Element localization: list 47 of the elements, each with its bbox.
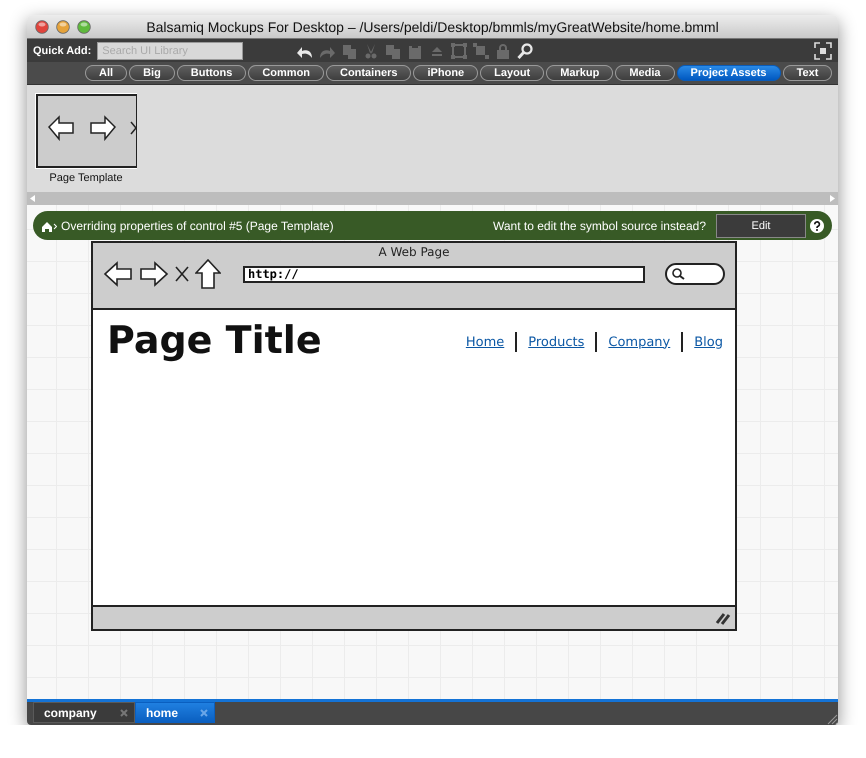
forward-arrow-icon	[139, 261, 169, 287]
search-field-icon	[665, 263, 725, 285]
window-title: Balsamiq Mockups For Desktop – /Users/peldi/Desktop/bmmls/myGreatWebsite/home.bmml	[146, 18, 719, 34]
minimize-button[interactable]	[56, 20, 70, 34]
browser-title: A Web Page	[378, 245, 450, 259]
browser-mockup[interactable]: A Web Page http:// Page Title Home Products Company Blog	[91, 241, 737, 631]
asset-label: Page Template	[49, 172, 123, 184]
category-tab[interactable]: Common	[248, 65, 324, 81]
category-tab[interactable]: Layout	[480, 65, 544, 81]
horizontal-scrollbar[interactable]	[27, 192, 838, 205]
close-icon[interactable]	[120, 708, 128, 716]
nav-link: Blog	[694, 334, 723, 350]
resize-grip-icon[interactable]	[826, 713, 838, 725]
banner-message: Overriding properties of control #5 (Page Template)	[61, 218, 334, 232]
fullscreen-icon[interactable]	[814, 42, 832, 60]
category-tab[interactable]: iPhone	[413, 65, 478, 81]
document-tab[interactable]: home	[135, 702, 215, 723]
close-icon[interactable]	[200, 708, 208, 716]
resize-grip-icon	[715, 611, 731, 625]
home-icon	[195, 259, 221, 289]
category-tab[interactable]: Media	[615, 65, 675, 81]
category-tab[interactable]: Containers	[326, 65, 412, 81]
page-title: Page Title	[107, 318, 322, 362]
back-arrow-icon	[103, 261, 133, 287]
edit-button[interactable]: Edit	[716, 214, 806, 238]
search-icon[interactable]	[517, 42, 534, 58]
scroll-right-icon[interactable]	[830, 195, 835, 202]
document-tab[interactable]: company	[33, 702, 135, 723]
close-button[interactable]	[35, 20, 49, 34]
home-icon[interactable]	[41, 220, 57, 232]
url-field: http://	[243, 266, 645, 282]
quick-add-label: Quick Add:	[33, 44, 92, 56]
category-tab[interactable]: All	[85, 65, 128, 81]
template-thumbnail[interactable]	[35, 93, 137, 169]
category-tab[interactable]: Buttons	[176, 65, 246, 81]
nav-link: Products	[528, 334, 584, 350]
category-tab[interactable]: Text	[782, 65, 832, 81]
stop-icon	[175, 266, 189, 282]
nav-link: Home	[466, 334, 504, 350]
help-icon[interactable]	[810, 218, 824, 232]
category-tab[interactable]: Project Assets	[676, 65, 781, 81]
scroll-left-icon[interactable]	[30, 195, 35, 202]
banner-question: Want to edit the symbol source instead?	[493, 218, 706, 232]
nav-link: Company	[608, 334, 670, 350]
category-tab[interactable]: Markup	[546, 65, 614, 81]
category-tab[interactable]: Big	[129, 65, 175, 81]
zoom-button[interactable]	[77, 20, 91, 34]
